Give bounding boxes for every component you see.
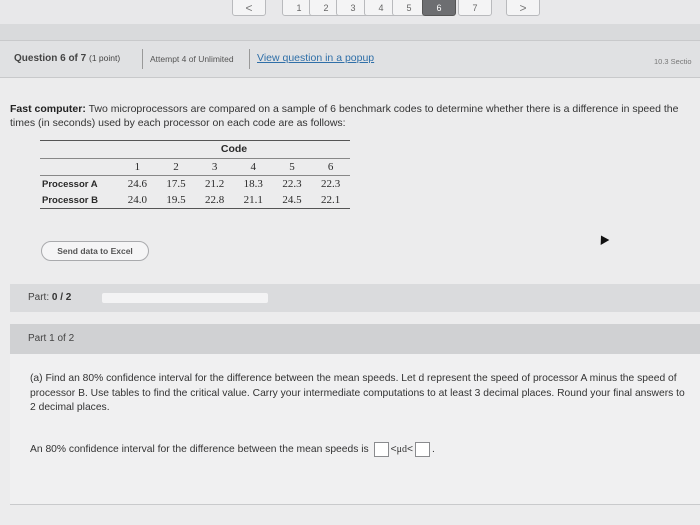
table-cell: 24.5	[282, 194, 302, 206]
part1-header: Part 1 of 2	[10, 324, 700, 354]
code-cell: 3	[195, 158, 234, 176]
problem-lead: Fast computer:	[10, 103, 86, 115]
row-label: Processor A	[42, 178, 98, 190]
answer-period: .	[431, 444, 435, 456]
part-label-text: Part:	[28, 292, 50, 303]
data-table: Code 1 2 3 4 5 6 Processor A 24.6 17.5 2…	[40, 140, 350, 209]
upper-bound-input[interactable]	[414, 442, 430, 457]
code-cell: 2	[156, 158, 196, 176]
part1-body: (a) Find an 80% confidence interval for …	[10, 354, 700, 504]
problem-text: Two microprocessors are compared on a sa…	[10, 103, 679, 129]
question-number: Question 6 of 7	[14, 53, 87, 64]
question-pager: < 1 2 3 4 5 6 7 >	[0, 0, 700, 24]
less-than-sign: <	[406, 444, 413, 456]
table-cell: 22.8	[205, 194, 225, 206]
question-panel: Fast computer: Two microprocessors are c…	[0, 78, 700, 525]
code-cell: 5	[272, 158, 312, 176]
answer-line: An 80% confidence interval for the diffe…	[30, 442, 690, 457]
code-header: Code	[220, 143, 248, 155]
attempt-count: Attempt 4 of Unlimited	[150, 54, 234, 64]
table-cell: 22.3	[282, 178, 302, 190]
table-cell: 22.3	[321, 178, 341, 190]
question-points: (1 point)	[89, 53, 121, 63]
code-cell: 1	[118, 158, 157, 176]
question-header: Question 6 of 7 (1 point) Attempt 4 of U…	[0, 40, 700, 78]
page-button-5[interactable]: 5	[392, 0, 426, 16]
table-cell: 21.1	[243, 194, 263, 206]
table-header-row: 1 2 3 4 5 6	[40, 158, 350, 176]
view-popup-link[interactable]: View question in a popup	[257, 52, 374, 64]
table-cell: 22.1	[321, 194, 341, 206]
table-cell: 19.5	[166, 194, 186, 206]
question-title: Question 6 of 7 (1 point)	[14, 53, 120, 64]
code-cell: 6	[311, 158, 350, 176]
progress-track	[102, 293, 268, 303]
part-value: 0 / 2	[51, 292, 72, 303]
table-cell: 21.2	[205, 178, 225, 190]
next-page-button[interactable]: >	[506, 0, 540, 16]
page-button-6[interactable]: 6	[422, 0, 456, 16]
header-divider	[249, 49, 250, 69]
table-cell: 18.3	[243, 178, 263, 190]
code-cell: 4	[233, 158, 273, 176]
lower-bound-input[interactable]	[373, 442, 389, 457]
prev-page-button[interactable]: <	[232, 0, 266, 16]
mouse-cursor-icon	[596, 233, 610, 245]
part1-title: Part 1 of 2	[28, 333, 75, 344]
send-to-excel-button[interactable]: Send data to Excel	[41, 241, 149, 261]
part1-question: (a) Find an 80% confidence interval for …	[30, 373, 685, 413]
table-cell: 24.6	[127, 178, 147, 190]
page-button-7[interactable]: 7	[458, 0, 492, 16]
table-cell: 24.0	[127, 194, 147, 206]
section-label: 10.3 Sectio	[654, 57, 692, 66]
table-row: Processor A 24.6 17.5 21.2 18.3 22.3 22.…	[40, 176, 350, 193]
part-progress-bar: Part: 0 / 2	[10, 284, 700, 312]
header-divider	[142, 49, 143, 69]
divider	[10, 504, 700, 505]
table-row: Processor B 24.0 19.5 22.8 21.1 24.5 22.…	[40, 192, 350, 208]
mu-d-symbol: μd	[396, 444, 407, 456]
row-label: Processor B	[42, 194, 98, 206]
table-cell: 17.5	[166, 178, 186, 190]
answer-prefix: An 80% confidence interval for the diffe…	[30, 444, 369, 456]
problem-statement: Fast computer: Two microprocessors are c…	[10, 102, 680, 130]
part-label: Part: 0 / 2	[28, 292, 71, 303]
